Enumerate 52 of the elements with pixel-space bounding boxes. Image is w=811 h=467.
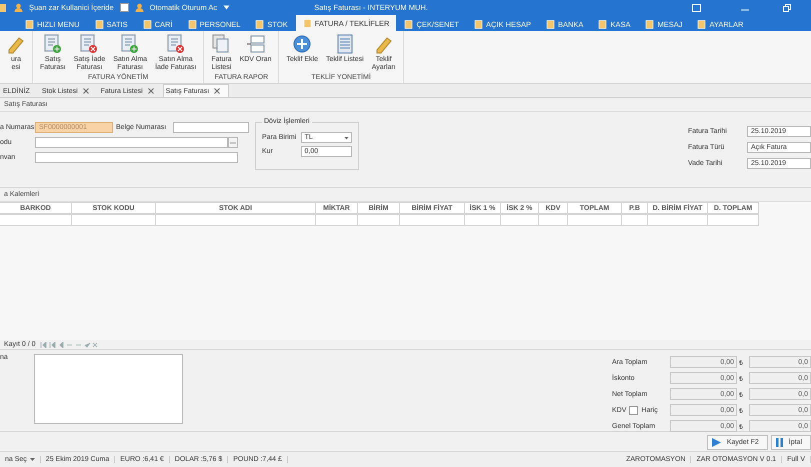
caret-icon — [30, 458, 35, 462]
table-cell[interactable] — [708, 214, 759, 226]
add-icon — [293, 34, 312, 54]
document-icon — [404, 20, 414, 28]
document-delete-icon — [166, 34, 185, 54]
table-cell[interactable] — [316, 214, 358, 226]
table-cell[interactable] — [539, 214, 568, 226]
auto-login-checkbox[interactable] — [120, 3, 129, 12]
document-icon — [142, 20, 152, 28]
document-plus-icon — [121, 34, 140, 54]
navigation-icon[interactable] — [40, 342, 98, 348]
document-icon — [94, 20, 104, 28]
document-icon — [302, 18, 312, 28]
play-icon — [712, 438, 721, 447]
user-icon — [134, 3, 144, 12]
document-icon — [645, 20, 654, 28]
document-icon — [598, 20, 608, 28]
browse-button[interactable] — [228, 137, 238, 148]
help-icon[interactable] — [692, 4, 701, 12]
list-icon — [336, 34, 354, 54]
documents-icon — [212, 34, 230, 54]
table-cell[interactable] — [568, 214, 622, 226]
table-cell[interactable] — [72, 214, 156, 226]
document-icon — [697, 20, 706, 28]
document-icon — [255, 20, 264, 28]
checkbox[interactable] — [629, 406, 638, 414]
document-icon — [188, 20, 197, 28]
title-field[interactable] — [35, 152, 238, 163]
document-plus-icon — [44, 34, 62, 54]
close-icon[interactable] — [148, 88, 154, 94]
document-delete-icon — [80, 34, 98, 54]
document-icon — [546, 20, 555, 28]
close-icon[interactable] — [214, 88, 220, 94]
table-cell[interactable] — [0, 214, 72, 226]
table-arrow-icon — [246, 34, 265, 54]
document-number-field[interactable] — [173, 122, 249, 133]
document-icon — [25, 20, 34, 28]
dropdown-icon[interactable] — [223, 5, 230, 10]
table-cell[interactable] — [501, 214, 539, 226]
restore-icon[interactable] — [783, 4, 791, 12]
user-icon — [14, 3, 23, 12]
close-icon[interactable] — [82, 88, 89, 94]
code-field[interactable] — [35, 137, 228, 148]
table-cell[interactable] — [358, 214, 400, 226]
notes-field[interactable] — [34, 354, 183, 424]
pause-icon — [776, 438, 783, 447]
table-cell[interactable] — [465, 214, 501, 226]
table-cell[interactable] — [622, 214, 648, 226]
document-icon — [474, 20, 483, 28]
table-cell[interactable] — [156, 214, 316, 226]
table-cell[interactable] — [648, 214, 708, 226]
table-cell[interactable] — [400, 214, 465, 226]
